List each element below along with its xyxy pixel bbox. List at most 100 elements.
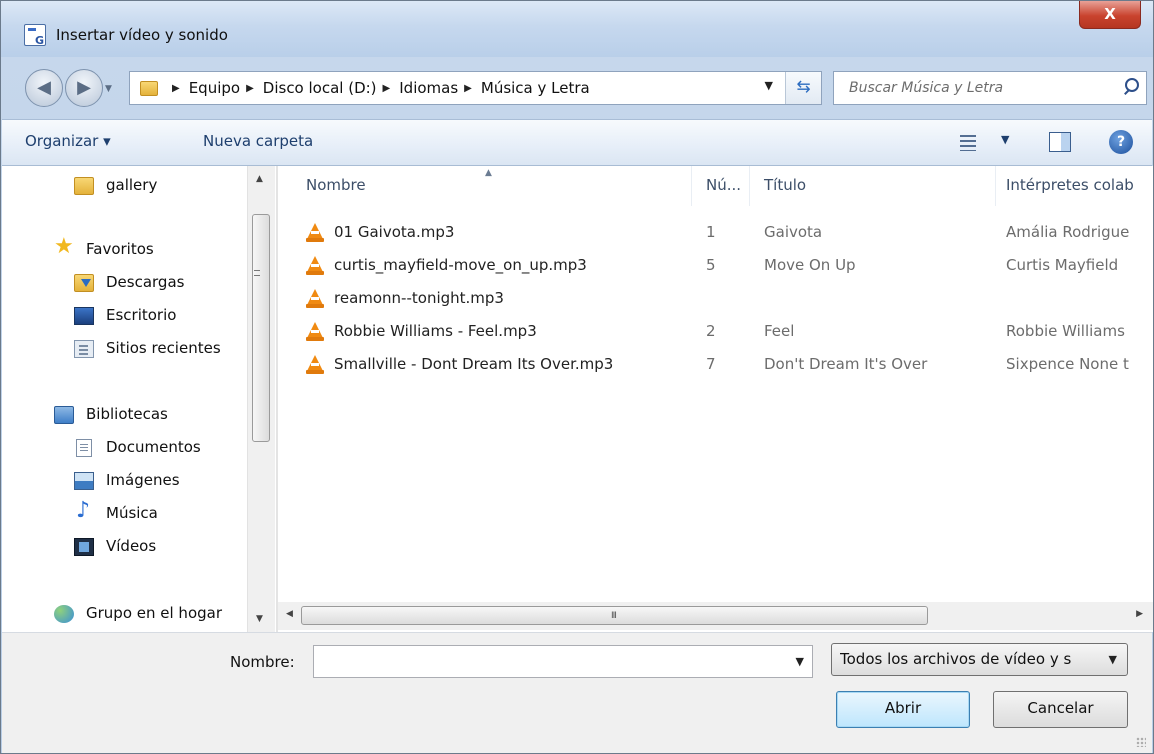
dialog-footer: Nombre: ▼ Todos los archivos de vídeo y … xyxy=(2,632,1152,753)
chevron-down-icon[interactable]: ▼ xyxy=(796,655,804,668)
sidebar-item-label: gallery xyxy=(106,176,158,194)
organize-button[interactable]: Organizar ▾ xyxy=(25,132,111,150)
scroll-up-icon[interactable]: ▲ xyxy=(256,174,263,184)
folder-icon xyxy=(74,177,94,195)
sidebar-item-label: Escritorio xyxy=(106,306,177,324)
track-title: Don't Dream It's Over xyxy=(764,355,928,373)
scrollbar-thumb[interactable]: III xyxy=(301,606,928,625)
track-artist: Robbie Williams xyxy=(1006,322,1125,340)
chevron-right-icon[interactable]: ▶ xyxy=(383,83,391,94)
file-name-label: Nombre: xyxy=(230,653,295,671)
recent-places-icon xyxy=(74,340,94,358)
sidebar-item-label: Sitios recientes xyxy=(106,339,221,357)
sidebar-item-label: Grupo en el hogar xyxy=(86,604,222,622)
file-type-select[interactable]: Todos los archivos de vídeo y s ▼ xyxy=(831,643,1128,676)
documents-icon xyxy=(76,439,92,457)
breadcrumb: ▶ Equipo ▶ Disco local (D:) ▶ Idiomas ▶ … xyxy=(166,79,590,97)
music-note-icon: ♪ xyxy=(76,498,91,523)
chevron-right-icon[interactable]: ▶ xyxy=(246,83,254,94)
downloads-folder-icon xyxy=(74,274,94,292)
table-row[interactable]: reamonn--tonight.mp3 xyxy=(302,286,1153,318)
search-input[interactable] xyxy=(835,73,1105,103)
pictures-icon xyxy=(74,472,94,490)
table-row[interactable]: Smallville - Dont Dream Its Over.mp3 7 D… xyxy=(302,352,1153,384)
command-bar: Organizar ▾ Nueva carpeta ▼ ? xyxy=(2,119,1152,166)
arrow-right-icon: ▶ xyxy=(77,77,91,98)
search-icon[interactable] xyxy=(1120,77,1139,97)
sidebar-item-label: Vídeos xyxy=(106,537,157,555)
track-number: 5 xyxy=(706,256,716,274)
scrollbar-thumb[interactable] xyxy=(252,214,270,442)
open-button[interactable]: Abrir xyxy=(836,691,970,728)
sidebar-item-label: Documentos xyxy=(106,438,201,456)
track-number: 1 xyxy=(706,223,716,241)
sidebar-item-label: Imágenes xyxy=(106,471,180,489)
file-name: 01 Gaivota.mp3 xyxy=(334,223,455,241)
column-header-titulo[interactable]: Título xyxy=(764,176,806,194)
file-name-input[interactable] xyxy=(314,646,784,677)
column-separator[interactable] xyxy=(995,166,996,206)
column-header-numero[interactable]: Nú... xyxy=(706,176,741,194)
file-name-combobox[interactable]: ▼ xyxy=(313,645,813,678)
file-name: Robbie Williams - Feel.mp3 xyxy=(334,322,537,340)
back-button[interactable]: ◀ xyxy=(25,69,63,107)
file-list-horizontal-scrollbar[interactable]: ◀ III ▶ xyxy=(278,602,1153,630)
sidebar-item-label: Favoritos xyxy=(86,240,154,258)
chevron-down-icon[interactable]: ▼ xyxy=(1109,653,1117,666)
forward-button[interactable]: ▶ xyxy=(65,69,103,107)
track-number: 2 xyxy=(706,322,716,340)
chevron-right-icon[interactable]: ▶ xyxy=(464,83,472,94)
breadcrumb-equipo[interactable]: Equipo xyxy=(189,79,240,97)
sidebar-item-label: Bibliotecas xyxy=(86,405,168,423)
help-icon[interactable]: ? xyxy=(1109,130,1133,154)
scroll-right-icon[interactable]: ▶ xyxy=(1136,609,1143,619)
resize-grip[interactable] xyxy=(1136,737,1146,747)
file-list: ▲ Nombre Nú... Título Intérpretes colab … xyxy=(278,166,1153,632)
view-list-icon xyxy=(960,135,976,151)
scroll-down-icon[interactable]: ▼ xyxy=(256,614,263,624)
vlc-file-icon xyxy=(306,256,324,276)
search-box[interactable] xyxy=(833,71,1147,105)
breadcrumb-musica-y-letra[interactable]: Música y Letra xyxy=(481,79,590,97)
file-name: Smallville - Dont Dream Its Over.mp3 xyxy=(334,355,614,373)
recent-locations-dropdown[interactable]: ▼ xyxy=(105,84,112,94)
column-header-interpretes[interactable]: Intérpretes colab xyxy=(1006,176,1134,194)
title-bar[interactable]: Insertar vídeo y sonido X xyxy=(1,1,1153,57)
window-title: Insertar vídeo y sonido xyxy=(56,26,228,44)
track-title: Move On Up xyxy=(764,256,856,274)
vlc-file-icon xyxy=(306,355,324,375)
chevron-down-icon[interactable]: ▼ xyxy=(765,79,773,92)
navigation-bar: ◀ ▶ ▼ ▶ Equipo ▶ Disco local (D:) ▶ Idio… xyxy=(1,57,1153,117)
table-row[interactable]: curtis_mayfield-move_on_up.mp3 5 Move On… xyxy=(302,253,1153,285)
column-separator[interactable] xyxy=(691,166,692,206)
refresh-button[interactable]: ⇆ xyxy=(785,72,821,104)
chevron-down-icon[interactable]: ▼ xyxy=(1001,133,1009,146)
track-title: Gaivota xyxy=(764,223,823,241)
address-bar[interactable]: ▶ Equipo ▶ Disco local (D:) ▶ Idiomas ▶ … xyxy=(129,71,822,105)
libraries-icon xyxy=(54,406,74,424)
sort-ascending-icon: ▲ xyxy=(485,168,492,178)
close-button[interactable]: X xyxy=(1079,1,1141,29)
scroll-left-icon[interactable]: ◀ xyxy=(286,609,293,619)
vlc-file-icon xyxy=(306,322,324,342)
table-row[interactable]: Robbie Williams - Feel.mp3 2 Feel Robbie… xyxy=(302,319,1153,351)
breadcrumb-disco-local[interactable]: Disco local (D:) xyxy=(263,79,377,97)
navigation-pane-scrollbar[interactable]: ▲ ▼ xyxy=(247,166,275,632)
track-artist: Curtis Mayfield xyxy=(1006,256,1119,274)
cancel-button[interactable]: Cancelar xyxy=(993,691,1128,728)
breadcrumb-idiomas[interactable]: Idiomas xyxy=(399,79,458,97)
chevron-right-icon[interactable]: ▶ xyxy=(172,83,180,94)
track-artist: Amália Rodrigue xyxy=(1006,223,1130,241)
desktop-icon xyxy=(74,307,94,325)
preview-pane-icon[interactable] xyxy=(1049,132,1071,152)
track-artist: Sixpence None t xyxy=(1006,355,1129,373)
refresh-icon: ⇆ xyxy=(796,77,811,97)
new-folder-button[interactable]: Nueva carpeta xyxy=(203,132,313,150)
arrow-left-icon: ◀ xyxy=(37,77,51,98)
column-separator[interactable] xyxy=(749,166,750,206)
change-view-button[interactable]: ▼ xyxy=(957,133,1017,153)
vlc-file-icon xyxy=(306,223,324,243)
star-icon: ★ xyxy=(54,234,74,259)
column-header-nombre[interactable]: Nombre xyxy=(306,176,366,194)
table-row[interactable]: 01 Gaivota.mp3 1 Gaivota Amália Rodrigue xyxy=(302,220,1153,252)
